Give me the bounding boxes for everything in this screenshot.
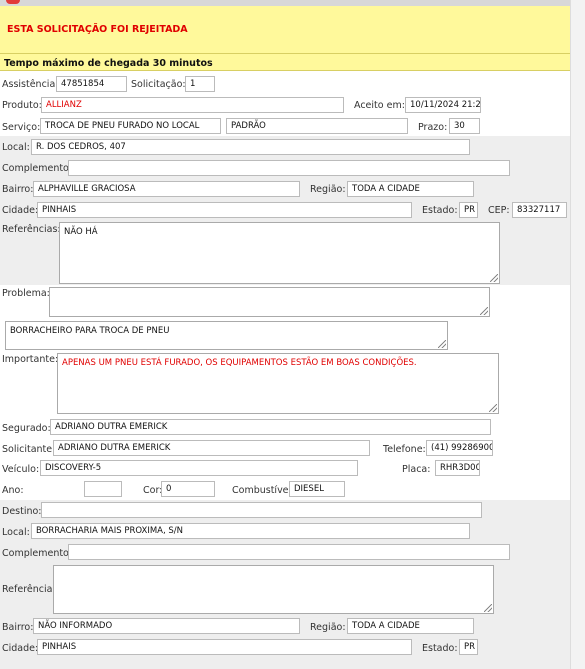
- regiao-field[interactable]: TODA A CIDADE: [347, 181, 474, 197]
- servico-field[interactable]: TROCA DE PNEU FURADO NO LOCAL: [40, 118, 221, 134]
- cidade-label: Cidade:: [2, 205, 39, 216]
- cep-label: CEP:: [488, 205, 510, 216]
- vertical-scrollbar[interactable]: [570, 0, 585, 669]
- solicitacao-field[interactable]: 1: [185, 76, 215, 92]
- placa-field[interactable]: RHR3D00: [435, 460, 480, 476]
- referencias-textarea[interactable]: NÃO HÁ: [59, 222, 500, 284]
- bairro-label: Bairro:: [2, 184, 34, 195]
- importante-text: APENAS UM PNEU ESTÁ FURADO, OS EQUIPAMEN…: [62, 358, 417, 368]
- solicitante-field[interactable]: ADRIANO DUTRA EMERICK: [53, 440, 370, 456]
- placa-label: Placa:: [402, 464, 431, 475]
- complemento-field[interactable]: [68, 160, 510, 176]
- segurado-label: Segurado:: [2, 423, 51, 434]
- importante-label: Importante:: [2, 354, 59, 365]
- dest-bairro-label: Bairro:: [2, 622, 34, 633]
- resize-grip-icon[interactable]: [490, 274, 498, 282]
- resize-grip-icon[interactable]: [480, 307, 488, 315]
- problema-textarea[interactable]: [49, 287, 490, 317]
- aceito-label: Aceito em:: [354, 100, 405, 111]
- destino-label: Destino:: [2, 506, 42, 517]
- local-label: Local:: [2, 142, 30, 153]
- dest-complemento-label: Complemento:: [2, 548, 73, 559]
- destino-field[interactable]: [41, 502, 482, 518]
- resize-grip-icon[interactable]: [489, 404, 497, 412]
- problema-label: Problema:: [2, 288, 50, 299]
- ano-label: Ano:: [2, 485, 24, 496]
- dest-estado-field[interactable]: PR: [459, 639, 478, 655]
- combustivel-label: Combustível:: [232, 485, 295, 496]
- banner-divider: [0, 53, 570, 54]
- problema-detail-text: BORRACHEIRO PARA TROCA DE PNEU: [10, 326, 170, 336]
- servico-label: Serviço:: [2, 122, 41, 133]
- solicitacao-label: Solicitação:: [131, 79, 186, 90]
- request-detail-panel: ESTA SOLICITAÇÃO FOI REJEITADA Tempo máx…: [0, 0, 570, 669]
- dest-estado-label: Estado:: [422, 643, 458, 654]
- combustivel-field[interactable]: DIESEL: [289, 481, 345, 497]
- regiao-label: Região:: [310, 184, 346, 195]
- arrival-time-text: Tempo máximo de chegada 30 minutos: [4, 58, 213, 69]
- cidade-field[interactable]: PINHAIS: [37, 202, 412, 218]
- resize-grip-icon[interactable]: [484, 604, 492, 612]
- dest-referencia-label: Referência:: [2, 584, 56, 595]
- dest-regiao-field[interactable]: TODA A CIDADE: [347, 618, 474, 634]
- bairro-field[interactable]: ALPHAVILLE GRACIOSA: [33, 181, 300, 197]
- telefone-field[interactable]: (41) 99286900?: [426, 440, 493, 456]
- dest-cidade-label: Cidade:: [2, 643, 39, 654]
- cor-label: Cor:: [143, 485, 163, 496]
- complemento-label: Complemento:: [2, 163, 73, 174]
- cor-field[interactable]: 0: [161, 481, 215, 497]
- produto-label: Produto:: [2, 100, 42, 111]
- dest-bairro-field[interactable]: NÃO INFORMADO: [33, 618, 300, 634]
- dest-regiao-label: Região:: [310, 622, 346, 633]
- estado-label: Estado:: [422, 205, 458, 216]
- assistencia-label: Assistência:: [2, 79, 59, 90]
- prazo-label: Prazo:: [418, 122, 448, 133]
- assistencia-field[interactable]: 47851854: [56, 76, 127, 92]
- dest-local-field[interactable]: BORRACHARIA MAIS PROXIMA, S/N: [31, 523, 470, 539]
- alert-icon: [6, 0, 20, 4]
- solicitante-label: Solicitante:: [2, 444, 56, 455]
- aceito-field[interactable]: 10/11/2024 21:26: [405, 97, 481, 113]
- status-banner: ESTA SOLICITAÇÃO FOI REJEITADA Tempo máx…: [0, 6, 570, 71]
- rejected-status: ESTA SOLICITAÇÃO FOI REJEITADA: [7, 24, 188, 35]
- segurado-field[interactable]: ADRIANO DUTRA EMERICK: [50, 419, 491, 435]
- veiculo-label: Veículo:: [2, 464, 40, 475]
- referencias-text: NÃO HÁ: [64, 227, 98, 237]
- produto-field[interactable]: ALLIANZ: [41, 97, 344, 113]
- telefone-label: Telefone:: [383, 444, 426, 455]
- importante-textarea[interactable]: APENAS UM PNEU ESTÁ FURADO, OS EQUIPAMEN…: [57, 353, 499, 414]
- ano-field[interactable]: [84, 481, 122, 497]
- cep-field[interactable]: 83327117: [512, 202, 567, 218]
- estado-field[interactable]: PR: [459, 202, 478, 218]
- local-field[interactable]: R. DOS CEDROS, 407: [31, 139, 470, 155]
- referencias-label: Referências:: [2, 224, 61, 235]
- dest-complemento-field[interactable]: [68, 544, 510, 560]
- servico-type-field[interactable]: PADRÃO: [226, 118, 408, 134]
- dest-referencia-textarea[interactable]: [53, 565, 494, 614]
- problema-detail-textarea[interactable]: BORRACHEIRO PARA TROCA DE PNEU: [5, 321, 448, 350]
- resize-grip-icon[interactable]: [438, 340, 446, 348]
- prazo-field[interactable]: 30: [449, 118, 480, 134]
- dest-cidade-field[interactable]: PINHAIS: [37, 639, 412, 655]
- dest-local-label: Local:: [2, 527, 30, 538]
- veiculo-field[interactable]: DISCOVERY-5: [40, 460, 358, 476]
